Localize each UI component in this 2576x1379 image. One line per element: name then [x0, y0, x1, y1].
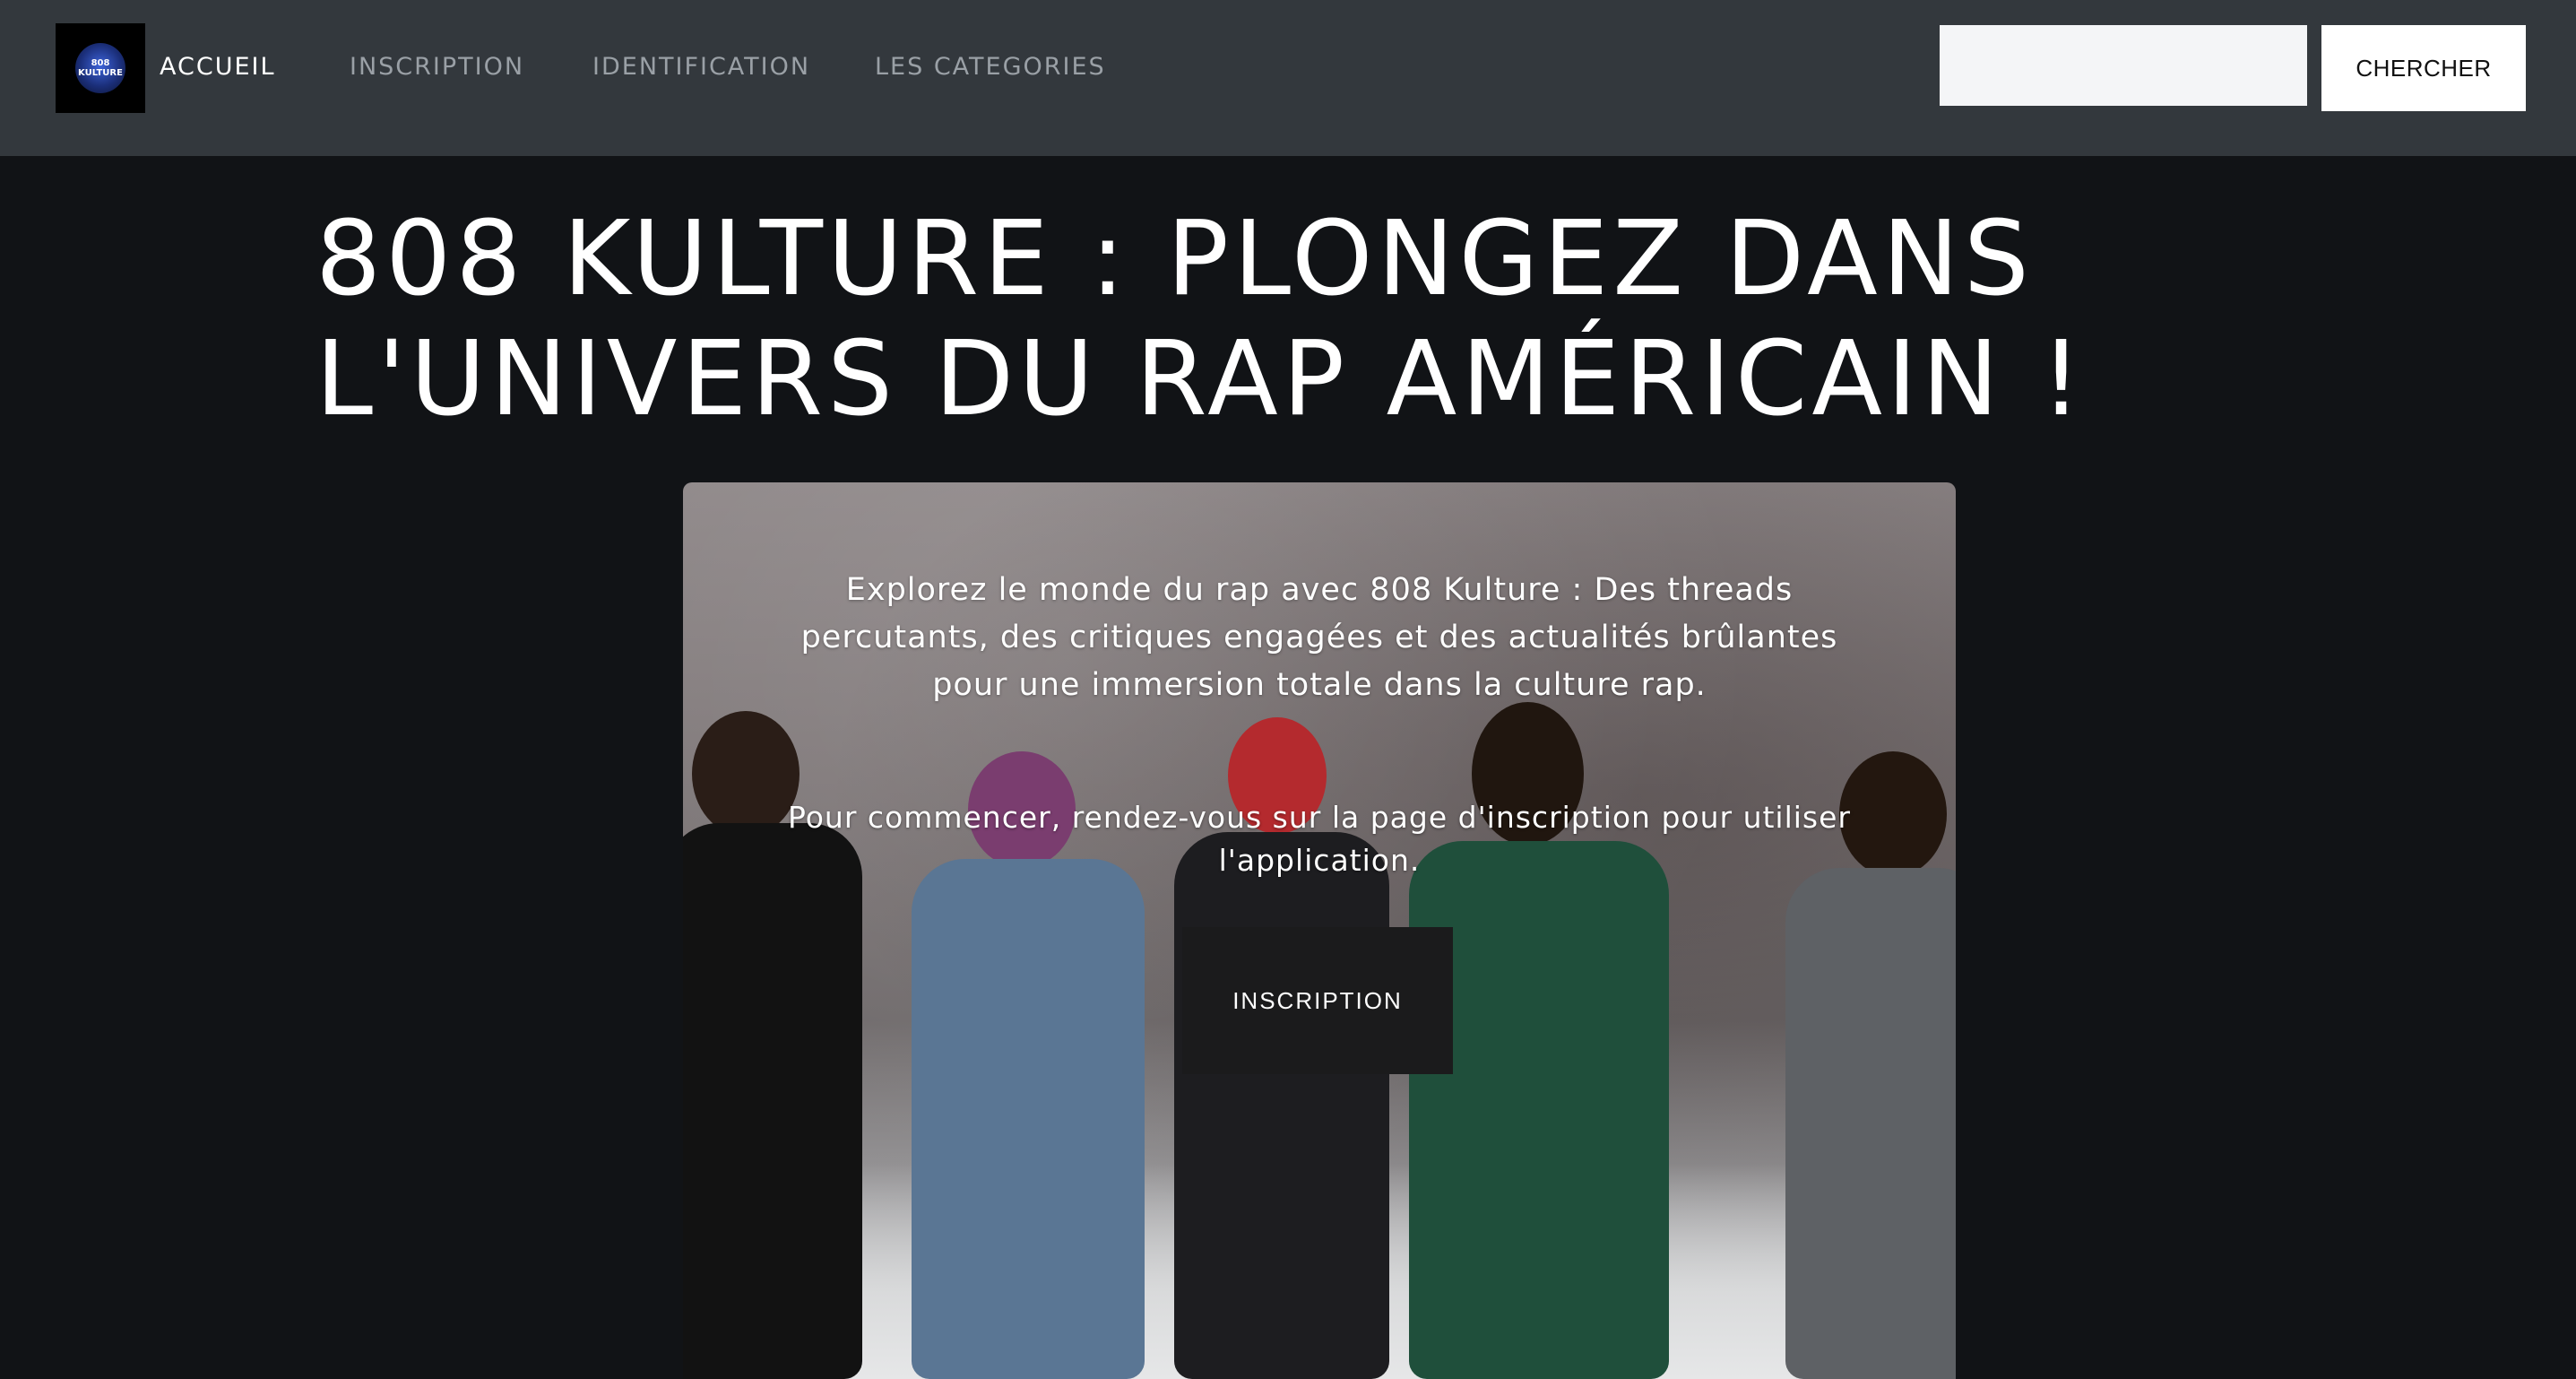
search-button[interactable]: CHERCHER — [2321, 25, 2526, 111]
card-cta-text: Pour commencer, rendez-vous sur la page … — [787, 800, 1851, 878]
card-inscription-button[interactable]: INSCRIPTION — [1182, 927, 1453, 1074]
person-4-body — [1409, 841, 1669, 1379]
page-title: 808 KULTURE : PLONGEZ DANS L'UNIVERS DU … — [316, 199, 2087, 439]
logo-text-top: 808 — [91, 58, 110, 68]
person-2-body — [912, 859, 1145, 1379]
nav-link-inscription[interactable]: INSCRIPTION — [350, 52, 524, 82]
search-input[interactable] — [1940, 25, 2307, 106]
person-5-body — [1785, 868, 1956, 1379]
logo-text-bottom: KULTURE — [78, 68, 123, 78]
nav-link-identification[interactable]: IDENTIFICATION — [592, 52, 810, 82]
card-intro-text: Explorez le monde du rap avec 808 Kultur… — [800, 572, 1838, 703]
person-3-body — [1174, 832, 1389, 1379]
hero-card: Explorez le monde du rap avec 808 Kultur… — [683, 482, 1956, 1379]
nav-link-accueil[interactable]: ACCUEIL — [160, 52, 276, 82]
nav-link-categories[interactable]: LES CATEGORIES — [875, 52, 1106, 82]
person-1-body — [683, 823, 862, 1379]
top-navbar: 808 KULTURE ACCUEIL INSCRIPTION IDENTIFI… — [0, 0, 2576, 156]
site-logo[interactable]: 808 KULTURE — [56, 23, 145, 113]
logo-badge-icon: 808 KULTURE — [75, 43, 125, 93]
